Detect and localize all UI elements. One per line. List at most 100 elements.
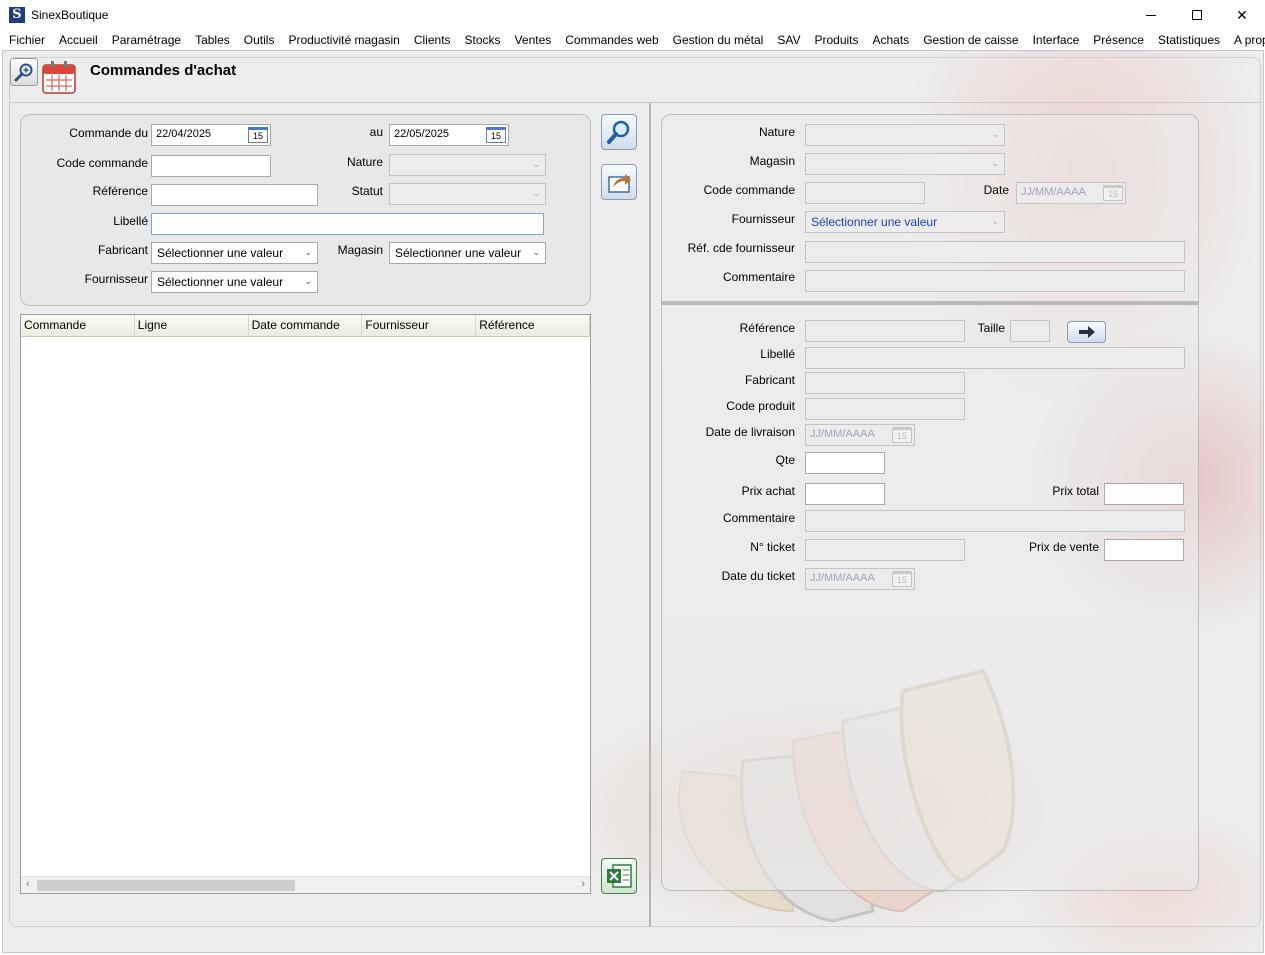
- menu-item[interactable]: Outils: [237, 31, 282, 49]
- ref-cde-fournisseur-label: Réf. cde fournisseur: [687, 241, 795, 255]
- column-header[interactable]: Commande: [21, 315, 135, 336]
- chevron-down-icon: ⌄: [304, 247, 312, 257]
- calendar-picker-icon[interactable]: 15: [892, 427, 912, 443]
- menu-item[interactable]: Fichier: [2, 31, 52, 49]
- fournisseur-select[interactable]: Sélectionner une valeur ⌄: [151, 271, 318, 293]
- code-produit-label: Code produit: [726, 399, 795, 413]
- scroll-right-icon[interactable]: ›: [581, 878, 585, 890]
- chevron-down-icon: ⌄: [991, 129, 999, 139]
- detail-code-commande-input[interactable]: [805, 182, 925, 204]
- calendar-picker-icon[interactable]: 15: [1103, 185, 1123, 201]
- nature-select[interactable]: ⌄: [389, 154, 546, 176]
- libelle-input[interactable]: [151, 213, 544, 235]
- detail-commentaire-input[interactable]: [805, 270, 1185, 292]
- horizontal-scrollbar[interactable]: ‹ ›: [21, 876, 590, 893]
- au-date-field[interactable]: 22/05/2025 15: [389, 124, 509, 146]
- maximize-button[interactable]: [1174, 0, 1220, 30]
- menu-item[interactable]: Productivité magasin: [281, 31, 406, 49]
- commande-du-field[interactable]: 22/04/2025 15: [151, 124, 271, 146]
- scroll-left-icon[interactable]: ‹: [26, 878, 30, 890]
- date-ticket-label: Date du ticket: [721, 569, 795, 583]
- menu-item[interactable]: Clients: [407, 31, 458, 49]
- menu-item[interactable]: Gestion du métal: [666, 31, 771, 49]
- menu-item[interactable]: Produits: [807, 31, 865, 49]
- detail-nature-select[interactable]: ⌄: [805, 124, 1005, 146]
- menu-item[interactable]: Stocks: [458, 31, 508, 49]
- excel-icon: [607, 864, 632, 888]
- prix-total-input[interactable]: [1104, 483, 1184, 505]
- menu-item[interactable]: Statistiques: [1151, 31, 1227, 49]
- chevron-down-icon: ⌄: [532, 188, 540, 198]
- export-button[interactable]: [601, 164, 637, 200]
- arrow-right-icon: [1078, 326, 1095, 338]
- excel-export-button[interactable]: [601, 858, 637, 894]
- zoom-button[interactable]: [10, 58, 38, 86]
- line-fabricant-input[interactable]: [805, 372, 965, 394]
- chevron-down-icon: ⌄: [991, 158, 999, 168]
- detail-magasin-select[interactable]: ⌄: [805, 153, 1005, 175]
- detail-fournisseur-label: Fournisseur: [731, 212, 795, 226]
- menu-item[interactable]: Présence: [1086, 31, 1151, 49]
- menu-item[interactable]: Achats: [866, 31, 917, 49]
- detail-separator: [661, 301, 1199, 305]
- menu-item[interactable]: Gestion de caisse: [916, 31, 1025, 49]
- prix-achat-input[interactable]: [805, 483, 885, 505]
- statut-label: Statut: [351, 184, 383, 198]
- code-produit-input[interactable]: [805, 398, 965, 420]
- qte-label: Qte: [775, 453, 795, 467]
- menu-item[interactable]: A propos: [1227, 31, 1265, 49]
- close-button[interactable]: ✕: [1219, 0, 1265, 30]
- column-header[interactable]: Date commande: [249, 315, 363, 336]
- column-divider: [649, 103, 651, 927]
- detail-date-label: Date: [983, 183, 1009, 197]
- date-ticket-field[interactable]: JJ/MM/AAAA 15: [805, 568, 915, 590]
- line-reference-input[interactable]: [805, 320, 965, 342]
- menu-item[interactable]: Paramétrage: [105, 31, 188, 49]
- calendar-picker-icon[interactable]: 15: [248, 127, 268, 143]
- commande-du-label: Commande du: [69, 126, 148, 140]
- minimize-button[interactable]: [1128, 0, 1174, 30]
- prix-total-label: Prix total: [1052, 484, 1099, 498]
- libelle-label: Libellé: [113, 214, 148, 228]
- go-arrow-button[interactable]: [1067, 321, 1106, 343]
- close-icon: ✕: [1236, 6, 1248, 23]
- menu-bar: Fichier Accueil Paramétrage Tables Outils Pro…: [0, 30, 1265, 50]
- menu-item[interactable]: Commandes web: [558, 31, 665, 49]
- code-commande-input[interactable]: [151, 155, 271, 177]
- scrollbar-thumb[interactable]: [37, 880, 295, 891]
- detail-date-field[interactable]: JJ/MM/AAAA 15: [1016, 182, 1126, 204]
- menu-item[interactable]: Ventes: [508, 31, 559, 49]
- taille-label: Taille: [977, 321, 1005, 335]
- table-header: Commande Ligne Date commande Fournisseur Réf…: [21, 315, 590, 337]
- magasin-select[interactable]: Sélectionner une valeur ⌄: [389, 242, 546, 264]
- page-title: Commandes d'achat: [90, 62, 237, 79]
- calendar-picker-icon[interactable]: 15: [486, 127, 506, 143]
- qte-input[interactable]: [805, 452, 885, 474]
- statut-select[interactable]: ⌄: [389, 183, 546, 205]
- magasin-label: Magasin: [337, 243, 383, 257]
- calendar-picker-icon[interactable]: 15: [892, 571, 912, 587]
- no-ticket-input[interactable]: [805, 539, 965, 561]
- search-button[interactable]: [601, 114, 637, 150]
- date-livraison-label: Date de livraison: [705, 425, 795, 439]
- line-libelle-label: Libellé: [760, 347, 795, 361]
- line-commentaire-input[interactable]: [805, 510, 1185, 532]
- fabricant-select[interactable]: Sélectionner une valeur ⌄: [151, 242, 318, 264]
- menu-item[interactable]: Accueil: [52, 31, 105, 49]
- column-header[interactable]: Fournisseur: [362, 315, 477, 336]
- detail-nature-label: Nature: [758, 125, 795, 139]
- reference-input[interactable]: [151, 184, 318, 206]
- menu-item[interactable]: Tables: [188, 31, 237, 49]
- taille-input[interactable]: [1010, 320, 1050, 342]
- menu-item[interactable]: SAV: [770, 31, 807, 49]
- date-livraison-field[interactable]: JJ/MM/AAAA 15: [805, 424, 915, 446]
- results-table[interactable]: Commande Ligne Date commande Fournisseur Réf…: [20, 314, 591, 894]
- prix-vente-input[interactable]: [1104, 539, 1184, 561]
- main-window: Commandes d'achat Commande du 22/04/2025…: [2, 50, 1264, 953]
- line-libelle-input[interactable]: [805, 347, 1185, 369]
- column-header[interactable]: Ligne: [135, 315, 249, 336]
- detail-fournisseur-select[interactable]: Sélectionner une valeur ⌄: [805, 211, 1005, 233]
- column-header[interactable]: Référence: [476, 315, 590, 336]
- menu-item[interactable]: Interface: [1026, 31, 1087, 49]
- ref-cde-fournisseur-input[interactable]: [805, 241, 1185, 263]
